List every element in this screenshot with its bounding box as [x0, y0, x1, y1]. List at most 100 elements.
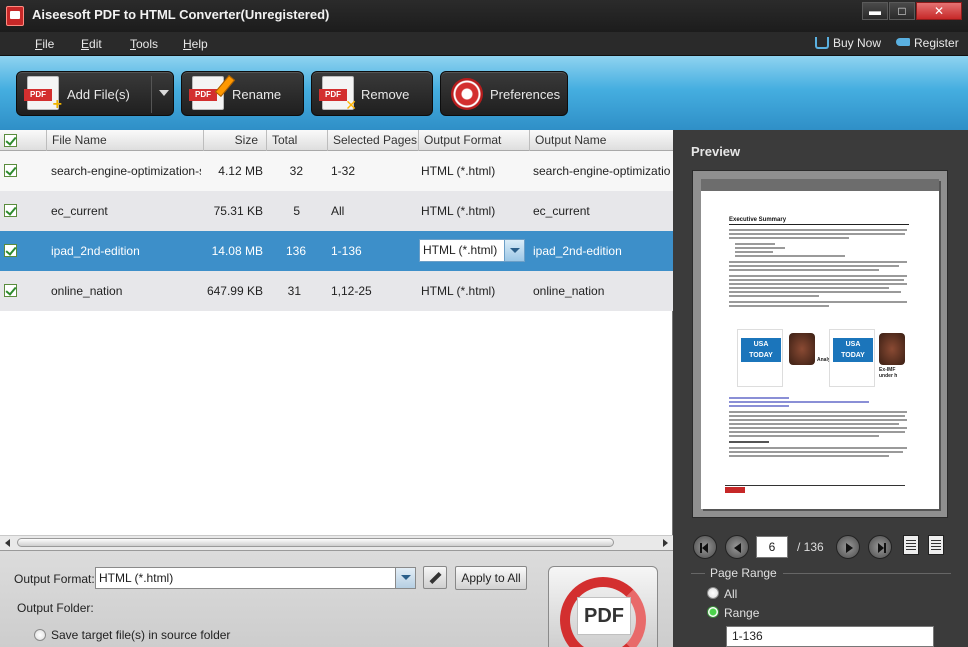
- save-in-source-radio[interactable]: [34, 629, 46, 641]
- output-name-cell[interactable]: ipad_2nd-edition: [533, 231, 671, 271]
- text-line: [729, 265, 899, 267]
- remove-button[interactable]: PDF ✕ Remove: [311, 71, 433, 116]
- text-line: [729, 305, 829, 307]
- select-all-cell: [0, 130, 47, 151]
- size-cell: 75.31 KB: [213, 204, 263, 218]
- output-format-select[interactable]: HTML (*.html): [419, 239, 525, 262]
- selected-pages-cell[interactable]: All: [331, 191, 416, 231]
- menu-tools[interactable]: Tools: [130, 37, 158, 51]
- menu-help[interactable]: Help: [183, 37, 208, 51]
- table-row[interactable]: ec_current 75.31 KB 5 All HTML (*.html) …: [0, 191, 673, 231]
- rename-button[interactable]: PDF Rename: [181, 71, 304, 116]
- minimize-button[interactable]: ▬: [862, 2, 888, 20]
- document-icon[interactable]: [903, 535, 919, 555]
- text-line: [729, 441, 769, 443]
- select-all-checkbox[interactable]: [4, 134, 17, 147]
- rename-label: Rename: [232, 87, 282, 102]
- total-page-cell: 31: [287, 284, 301, 298]
- menu-bar: File Edit Tools Help Buy Now Register: [0, 32, 968, 56]
- text-line: [729, 451, 903, 453]
- row-checkbox[interactable]: [4, 244, 17, 257]
- table-row-selected[interactable]: ipad_2nd-edition 14.08 MB 136 1-136 HTML…: [0, 231, 673, 271]
- table-row[interactable]: search-engine-optimization-s... 4.12 MB …: [0, 151, 673, 191]
- usa-today-thumb: USA TODAY: [829, 329, 875, 387]
- output-format-cell[interactable]: HTML (*.html): [421, 271, 527, 311]
- row-checkbox[interactable]: [4, 284, 17, 297]
- text-line: [729, 301, 907, 303]
- text-line: [729, 287, 889, 289]
- output-format-dropdown-value: HTML (*.html): [99, 571, 174, 585]
- text-line: [729, 279, 904, 281]
- page-navigation: 6 / 136: [693, 535, 953, 559]
- text-line: [729, 419, 907, 421]
- table-header: File Name Size Total Page Selected Pages…: [0, 130, 673, 168]
- all-pages-radio[interactable]: [707, 587, 719, 599]
- add-files-button[interactable]: PDF + Add File(s): [16, 71, 174, 116]
- output-name-cell[interactable]: ec_current: [533, 191, 671, 231]
- close-button[interactable]: ✕: [916, 2, 962, 20]
- text-line: [729, 431, 905, 433]
- cart-icon: [815, 37, 829, 49]
- range-input[interactable]: 1-136: [726, 626, 934, 647]
- col-output-name[interactable]: Output Name: [530, 130, 673, 151]
- next-page-icon[interactable]: [836, 535, 860, 559]
- buy-now-link[interactable]: Buy Now: [815, 36, 881, 50]
- save-in-source-label[interactable]: Save target file(s) in source folder: [51, 628, 230, 642]
- menu-file[interactable]: File: [35, 37, 54, 51]
- convert-button[interactable]: PDF: [548, 566, 658, 647]
- wrench-icon[interactable]: [423, 566, 447, 589]
- scroll-right-icon[interactable]: [663, 539, 668, 547]
- menu-file-rest: ile: [42, 37, 55, 51]
- table-row[interactable]: online_nation 647.99 KB 31 1,12-25 HTML …: [0, 271, 673, 311]
- file-list: File Name Size Total Page Selected Pages…: [0, 130, 673, 550]
- range-label[interactable]: Range: [724, 606, 759, 620]
- col-file-name[interactable]: File Name: [47, 130, 204, 151]
- col-output-format[interactable]: Output Format: [419, 130, 530, 151]
- file-name-cell: ec_current: [51, 204, 108, 218]
- output-format-dropdown[interactable]: HTML (*.html): [95, 567, 416, 589]
- range-radio[interactable]: [707, 606, 719, 618]
- page-total: / 136: [797, 540, 824, 554]
- horizontal-scrollbar[interactable]: [0, 535, 673, 550]
- preview-panel: Preview Executive Summary USA TODAY Anal…: [673, 130, 968, 647]
- output-settings: Output Format: HTML (*.html) Apply to Al…: [0, 550, 673, 647]
- chevron-down-icon[interactable]: [504, 240, 524, 261]
- maximize-button[interactable]: □: [889, 2, 915, 20]
- col-total-page[interactable]: Total Page: [267, 130, 328, 168]
- all-pages-label[interactable]: All: [724, 587, 737, 601]
- row-checkbox[interactable]: [4, 204, 17, 217]
- text-line: [729, 261, 907, 263]
- previous-page-icon[interactable]: [725, 535, 749, 559]
- divider: [691, 573, 705, 574]
- file-name-cell: search-engine-optimization-s...: [51, 164, 201, 178]
- scrollbar-thumb[interactable]: [17, 538, 614, 547]
- chevron-down-icon[interactable]: [159, 90, 169, 96]
- pdf-tag: PDF: [24, 89, 52, 101]
- row-checkbox[interactable]: [4, 164, 17, 177]
- document-export-icon[interactable]: [928, 535, 944, 555]
- col-selected-pages[interactable]: Selected Pages: [328, 130, 419, 151]
- preferences-button[interactable]: Preferences: [440, 71, 568, 116]
- scroll-left-icon[interactable]: [5, 539, 10, 547]
- chevron-down-icon[interactable]: [395, 568, 415, 588]
- output-name-cell[interactable]: search-engine-optimization-s...: [533, 151, 671, 191]
- page-number-input[interactable]: 6: [756, 536, 788, 558]
- selected-pages-cell[interactable]: 1,12-25: [331, 271, 416, 311]
- output-format-cell[interactable]: HTML (*.html): [421, 191, 527, 231]
- output-format-cell[interactable]: HTML (*.html): [421, 151, 527, 191]
- output-name-cell[interactable]: online_nation: [533, 271, 671, 311]
- col-size[interactable]: Size: [204, 130, 267, 151]
- text-line: [735, 247, 785, 249]
- text-line: [729, 447, 907, 449]
- selected-pages-cell[interactable]: 1-32: [331, 151, 416, 191]
- total-page-cell: 136: [285, 244, 306, 258]
- menu-edit[interactable]: Edit: [81, 37, 102, 51]
- first-page-icon[interactable]: [693, 535, 717, 559]
- last-page-icon[interactable]: [868, 535, 892, 559]
- register-link[interactable]: Register: [896, 36, 959, 50]
- apply-to-all-button[interactable]: Apply to All: [455, 566, 527, 590]
- size-cell: 647.99 KB: [206, 284, 263, 298]
- preview-frame: Executive Summary USA TODAY Analysis aim…: [692, 170, 948, 518]
- selected-pages-cell[interactable]: 1-136: [331, 231, 416, 271]
- file-name-cell: ipad_2nd-edition: [51, 244, 140, 258]
